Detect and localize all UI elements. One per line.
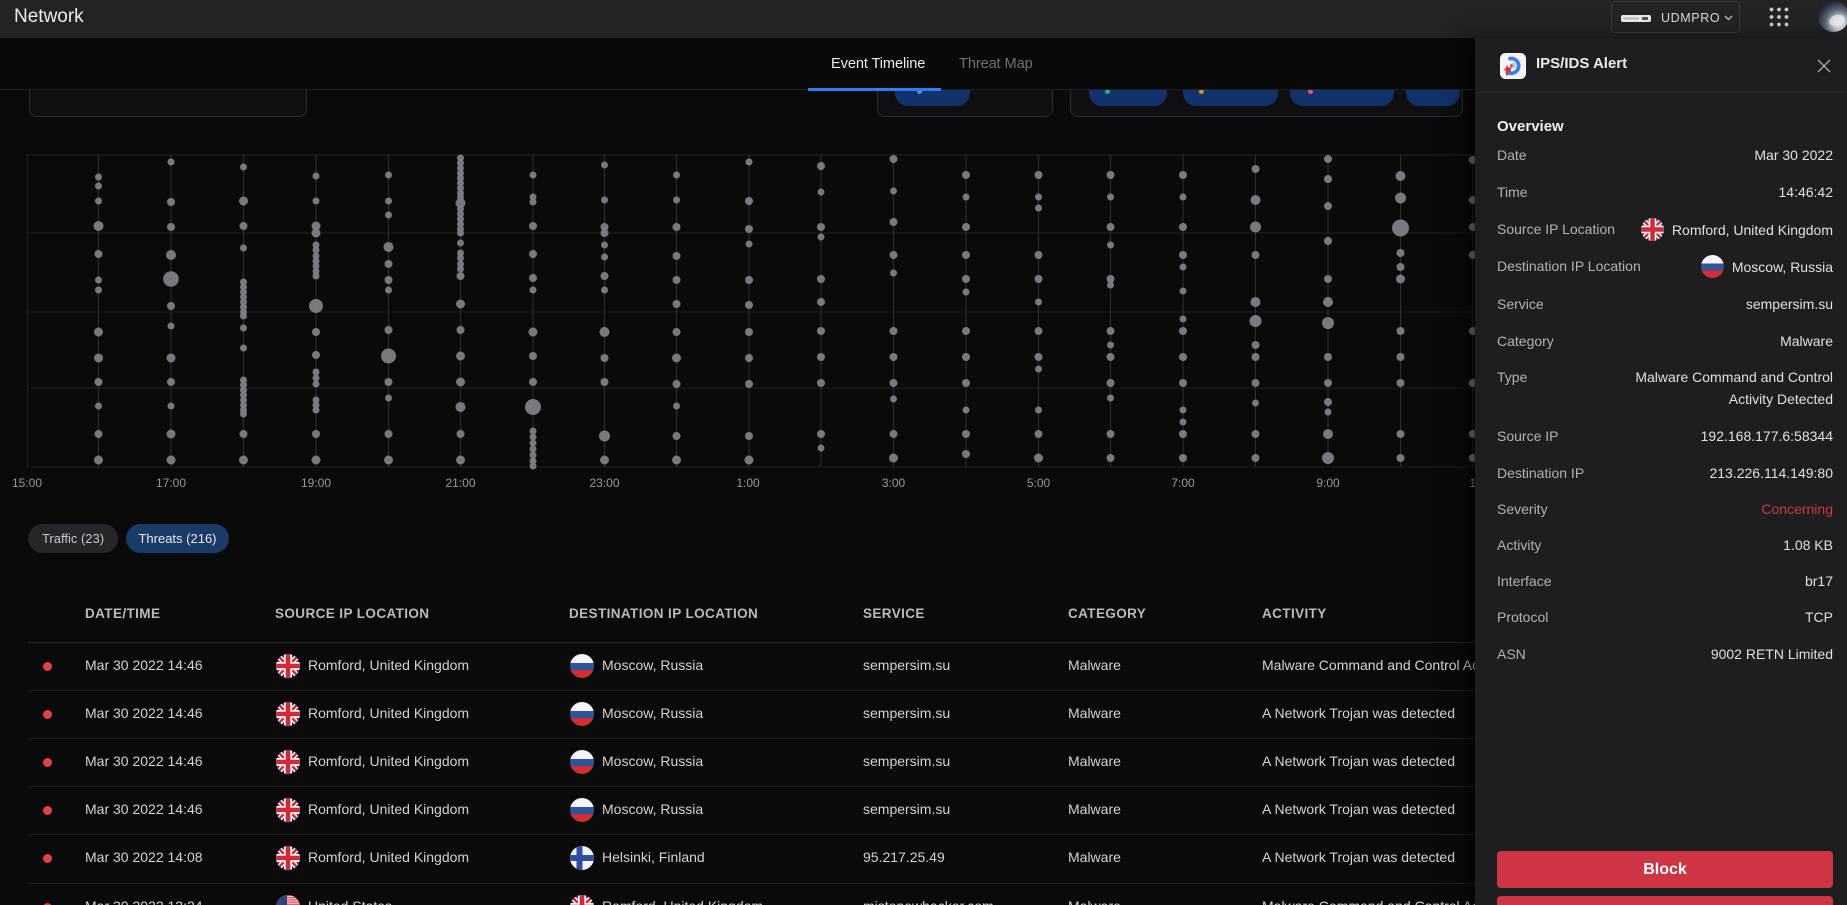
svg-text:7:00: 7:00 xyxy=(1171,476,1195,490)
svg-text:9:00: 9:00 xyxy=(1316,476,1340,490)
svg-text:23:00: 23:00 xyxy=(589,476,619,490)
svg-text:17:00: 17:00 xyxy=(156,476,186,490)
svg-text:19:00: 19:00 xyxy=(301,476,331,490)
svg-text:5:00: 5:00 xyxy=(1027,476,1051,490)
svg-text:15:00: 15:00 xyxy=(12,476,42,490)
svg-text:1:00: 1:00 xyxy=(736,476,760,490)
svg-text:21:00: 21:00 xyxy=(445,476,475,490)
svg-text:3:00: 3:00 xyxy=(882,476,906,490)
